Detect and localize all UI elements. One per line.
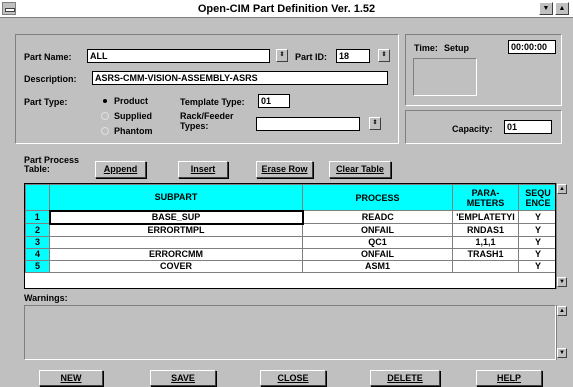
cell-parameters[interactable]: 'EMPLATETYI [452, 210, 519, 224]
window-title: Open-CIM Part Definition Ver. 1.52 [197, 3, 376, 15]
rack-feeder-field[interactable] [256, 117, 360, 131]
cell-parameters[interactable]: 1,1,1 [452, 235, 519, 249]
part-name-spin-icon[interactable]: ⇕ [276, 49, 288, 62]
table-row[interactable]: 1 BASE_SUP READC 'EMPLATETYI Y [25, 209, 555, 225]
part-id-label: Part ID: [295, 52, 328, 62]
row-number: 1 [25, 210, 50, 224]
process-table: SUBPART PROCESS PARA- METERS SEQU ENCE 1… [24, 183, 556, 289]
cell-process[interactable]: READC [302, 210, 453, 224]
header-subpart: SUBPART [49, 184, 303, 211]
part-id-spin-icon[interactable]: ⇕ [378, 49, 390, 62]
capacity-label: Capacity: [452, 124, 493, 134]
cell-parameters[interactable]: TRASH1 [452, 247, 519, 261]
row-number: 2 [25, 223, 50, 237]
cell-subpart[interactable] [49, 235, 303, 249]
cell-process[interactable]: ONFAIL [302, 247, 453, 261]
rack-feeder-spin-icon[interactable]: ⇕ [369, 117, 381, 130]
cell-sequence[interactable]: Y [518, 247, 555, 261]
part-type-label: Part Type: [24, 97, 68, 107]
delete-button[interactable]: DELETE [370, 370, 440, 386]
warnings-scroll-up-icon[interactable]: ▲ [557, 306, 567, 316]
new-button[interactable]: NEW [39, 370, 103, 386]
save-button[interactable]: SAVE [150, 370, 216, 386]
part-name-label: Part Name: [24, 52, 72, 62]
erase-row-button[interactable]: Erase Row [256, 161, 313, 178]
cell-parameters[interactable]: RNDAS1 [452, 223, 519, 237]
setup-display [413, 58, 477, 96]
table-scrollbar[interactable] [556, 183, 568, 289]
template-type-label: Template Type: [180, 97, 245, 107]
description-field[interactable]: ASRS-CMM-VISION-ASSEMBLY-ASRS [92, 71, 388, 85]
part-type-product-label: Product [114, 96, 149, 106]
part-name-field[interactable]: ALL [87, 49, 270, 63]
insert-button[interactable]: Insert [178, 161, 228, 178]
warnings-scroll-down-icon[interactable]: ▼ [557, 348, 567, 358]
row-number: 3 [25, 235, 50, 249]
cell-sequence[interactable]: Y [518, 210, 555, 224]
header-process: PROCESS [302, 184, 453, 211]
process-table-label: Part Process Table: [24, 155, 80, 174]
close-button[interactable]: CLOSE [260, 370, 326, 386]
template-type-field[interactable]: 01 [258, 94, 290, 108]
cell-subpart[interactable]: ERRORCMM [49, 247, 303, 261]
warnings-box [24, 305, 556, 360]
table-row[interactable]: 3 QC1 1,1,1 Y [25, 235, 555, 249]
time-label: Time: [414, 43, 438, 53]
table-row[interactable]: 4 ERRORCMM ONFAIL TRASH1 Y [25, 247, 555, 261]
cell-subpart[interactable]: COVER [49, 259, 303, 273]
cell-sequence[interactable]: Y [518, 223, 555, 237]
row-number: 4 [25, 247, 50, 261]
radio-phantom[interactable] [101, 127, 109, 135]
warnings-label: Warnings: [24, 293, 68, 303]
header-sequence: SEQU ENCE [518, 184, 555, 211]
table-row[interactable]: 2 ERRORTMPL ONFAIL RNDAS1 Y [25, 223, 555, 237]
clear-table-button[interactable]: Clear Table [329, 161, 391, 178]
radio-supplied[interactable] [101, 112, 109, 120]
cell-sequence[interactable]: Y [518, 259, 555, 273]
header-rownum [25, 184, 50, 211]
cell-subpart[interactable]: BASE_SUP [48, 209, 304, 225]
scroll-down-icon[interactable]: ▼ [557, 277, 567, 287]
time-mode: Setup [444, 43, 470, 53]
rack-feeder-label: Rack/Feeder Types: [180, 111, 234, 131]
cell-sequence[interactable]: Y [518, 235, 555, 249]
minimize-button[interactable]: ▼ [539, 2, 553, 15]
append-button[interactable]: Append [95, 161, 146, 178]
table-row[interactable]: 5 COVER ASM1 Y [25, 259, 555, 273]
help-button[interactable]: HELP [476, 370, 542, 386]
part-type-phantom-label: Phantom [114, 126, 153, 136]
description-label: Description: [24, 74, 77, 84]
capacity-field[interactable]: 01 [504, 120, 552, 134]
header-parameters: PARA- METERS [452, 184, 519, 211]
time-field: 00:00:00 [508, 40, 556, 54]
part-type-supplied-label: Supplied [114, 111, 152, 121]
maximize-button[interactable]: ▲ [555, 2, 569, 15]
part-id-field[interactable]: 18 [336, 49, 370, 63]
cell-parameters[interactable] [452, 259, 519, 273]
cell-process[interactable]: QC1 [302, 235, 453, 249]
cell-subpart[interactable]: ERRORTMPL [49, 223, 303, 237]
cell-process[interactable]: ONFAIL [302, 223, 453, 237]
cell-process[interactable]: ASM1 [302, 259, 453, 273]
radio-product[interactable] [101, 97, 109, 105]
row-number: 5 [25, 259, 50, 273]
scroll-up-icon[interactable]: ▲ [557, 184, 567, 194]
